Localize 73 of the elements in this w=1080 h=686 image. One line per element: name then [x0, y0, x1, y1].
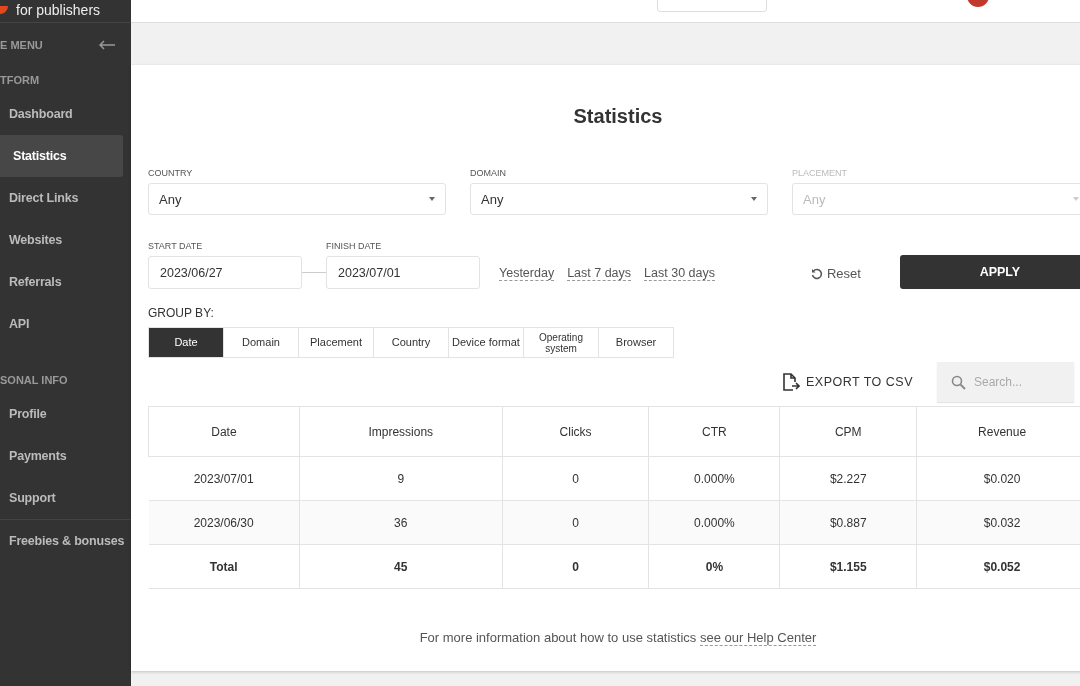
table-cell: $0.020 — [916, 456, 1080, 501]
export-button[interactable]: EXPORT TO CSV — [783, 373, 913, 391]
field-label: START DATE — [148, 241, 204, 251]
sidebar-item[interactable]: Statistics — [0, 135, 123, 177]
field-label: DOMAIN — [470, 168, 507, 178]
column-header[interactable]: Clicks — [502, 406, 649, 457]
help-text: For more information about how to use statistics see our Help Center — [419, 630, 817, 646]
column-header[interactable]: CTR — [648, 406, 780, 457]
select-field[interactable]: Any — [470, 183, 768, 215]
collapse-arrow-icon[interactable] — [99, 40, 115, 50]
group-by-tab[interactable]: Operating system — [523, 327, 599, 358]
group-by-tab[interactable]: Domain — [223, 327, 299, 358]
group-by-tab[interactable]: Country — [373, 327, 449, 358]
sidebar-item[interactable]: Payments — [0, 435, 123, 477]
table-cell: 0.000% — [648, 456, 780, 501]
dropdown-caret-icon — [751, 197, 757, 201]
logo-text: for publishers — [16, 2, 101, 18]
search-icon — [951, 374, 966, 390]
export-file-icon — [783, 373, 800, 391]
group-by-tab[interactable]: Device format — [448, 327, 524, 358]
sidebar-item[interactable]: API — [0, 303, 123, 345]
date-field[interactable]: 2023/06/27 — [148, 256, 302, 289]
reset-button[interactable]: Reset — [810, 266, 861, 281]
menu-label: E MENU — [0, 39, 43, 51]
group-by-tab[interactable]: Browser — [598, 327, 674, 358]
section-title: TFORM — [0, 73, 41, 88]
group-by-tab[interactable]: Date — [148, 327, 224, 358]
help-center-link[interactable]: see our Help Center — [700, 630, 817, 646]
date-preset-link[interactable]: Yesterday — [499, 266, 555, 281]
dropdown-caret-icon — [429, 197, 435, 201]
column-header[interactable]: CPM — [779, 406, 917, 457]
total-cell: $1.155 — [779, 544, 917, 589]
apply-button[interactable]: APPLY — [899, 255, 1080, 289]
table-cell: 0.000% — [648, 500, 780, 545]
reset-icon — [810, 267, 823, 280]
total-cell: $0.052 — [916, 544, 1080, 589]
column-header[interactable]: Revenue — [916, 406, 1080, 457]
total-cell: 0% — [648, 544, 780, 589]
table-cell: 36 — [299, 500, 503, 545]
total-cell: Total — [148, 544, 300, 589]
sidebar-item[interactable]: Direct Links — [0, 177, 123, 219]
table-cell: $0.032 — [916, 500, 1080, 545]
group-by-tab[interactable]: Placement — [298, 327, 374, 358]
dropdown-caret-icon — [1073, 197, 1079, 201]
page-title: Statistics — [572, 104, 664, 129]
field-label: COUNTRY — [148, 168, 194, 178]
date-preset-link[interactable]: Last 30 days — [644, 266, 715, 281]
section-title: SONAL INFO — [0, 373, 69, 388]
table-cell: 0 — [502, 456, 649, 501]
sidebar-item[interactable]: Support — [0, 477, 123, 519]
field-label: FINISH DATE — [326, 241, 383, 251]
table-cell: 2023/06/30 — [148, 500, 300, 545]
date-preset-link[interactable]: Last 7 days — [567, 266, 632, 281]
sidebar-item[interactable]: Referrals — [0, 261, 123, 303]
sidebar-item[interactable]: Dashboard — [0, 93, 123, 135]
field-label: PLACEMENT — [792, 168, 848, 178]
select-field[interactable]: Any — [148, 183, 446, 215]
group-by-label: GROUP BY: — [148, 306, 215, 320]
sidebar-item[interactable]: Profile — [0, 393, 123, 435]
table-cell: $2.227 — [779, 456, 917, 501]
column-header[interactable]: Date — [148, 406, 300, 457]
table-cell: 2023/07/01 — [148, 456, 300, 501]
table-cell: 9 — [299, 456, 503, 501]
column-header[interactable]: Impressions — [299, 406, 503, 457]
sidebar-item[interactable]: Freebies & bonuses — [0, 520, 123, 562]
table-cell: 0 — [502, 500, 649, 545]
table-cell: $0.887 — [779, 500, 917, 545]
logo-icon — [0, 6, 8, 14]
total-cell: 0 — [502, 544, 649, 589]
sidebar-item[interactable]: Websites — [0, 219, 123, 261]
avatar-icon[interactable] — [967, 0, 989, 7]
date-field[interactable]: 2023/07/01 — [326, 256, 480, 289]
total-cell: 45 — [299, 544, 503, 589]
